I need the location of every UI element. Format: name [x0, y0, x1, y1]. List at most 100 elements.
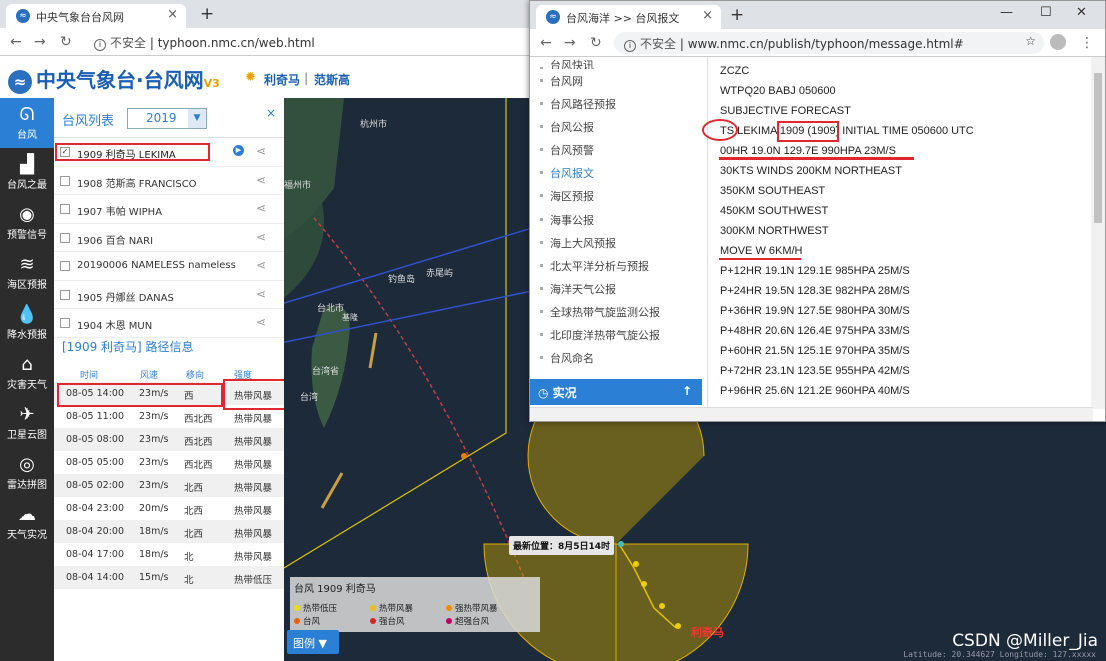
typhoon-row[interactable]: 1904 木恩 MUN ⋖	[54, 309, 284, 338]
path-row[interactable]: 08-05 08:00 23m/s 西北西 热带风暴	[54, 428, 284, 451]
tab-typhoon-web[interactable]: ≈ 中央气象台台风网 ×	[6, 4, 186, 28]
latest-position-tooltip: 最新位置：8月5日14时	[509, 536, 615, 555]
checkbox[interactable]	[60, 318, 70, 328]
path-row[interactable]: 08-04 14:00 15m/s 北 热带低压	[54, 566, 284, 589]
info-icon: i	[94, 39, 106, 51]
path-info-title: [1909 利奇马] 路径信息	[62, 340, 194, 354]
map-label: 台湾	[300, 393, 319, 403]
insecure-label: 不安全	[110, 36, 147, 50]
share-icon[interactable]: ⋖	[256, 173, 266, 187]
close-tab-icon[interactable]: ×	[702, 8, 713, 23]
url-text: typhoon.nmc.cn/web.html	[157, 36, 315, 50]
star-icon[interactable]: ☆	[1025, 34, 1036, 48]
message-line: 350KM SOUTHEAST	[720, 185, 826, 197]
path-row[interactable]: 08-05 05:00 23m/s 西北西 热带风暴	[54, 451, 284, 474]
menu-item[interactable]: 海区预报	[530, 184, 707, 207]
maximize-icon[interactable]: ☐	[1040, 5, 1052, 20]
menu-item[interactable]: 海洋天气公报	[530, 277, 707, 300]
address-bar: ← → ↻ i 不安全 | www.nmc.cn/publish/typhoon/…	[530, 29, 1105, 57]
site-header: ≈ 中央气象台·台风网V3 ✹ 利奇马 | 范斯高	[0, 56, 530, 98]
menu-item[interactable]: 台风路径预报	[530, 92, 707, 115]
vertical-scrollbar[interactable]	[1091, 57, 1105, 409]
play-icon[interactable]: ▶	[233, 145, 244, 156]
sidebar-item-disaster[interactable]: ⌂ 灾害天气	[0, 348, 54, 398]
reload-icon[interactable]: ↻	[60, 34, 72, 50]
close-window-icon[interactable]: ✕	[1076, 5, 1087, 20]
share-icon[interactable]: ⋖	[256, 315, 266, 329]
path-cell: 热带风暴	[234, 437, 273, 448]
horizontal-scrollbar[interactable]	[530, 407, 1093, 421]
legend-button[interactable]: 图例 ▼	[287, 630, 339, 654]
minimize-icon[interactable]: —	[1000, 5, 1013, 20]
back-icon[interactable]: ←	[10, 34, 22, 50]
new-tab-icon[interactable]: +	[200, 4, 214, 24]
typhoon-row[interactable]: 1906 百合 NARI ⋖	[54, 224, 284, 252]
share-icon[interactable]: ⋖	[256, 230, 266, 244]
active-typhoon-link[interactable]: 利奇马	[264, 71, 300, 88]
path-row[interactable]: 08-05 02:00 23m/s 北西 热带风暴	[54, 474, 284, 497]
typhoon-row[interactable]: 1908 范斯高 FRANCISCO ⋖	[54, 167, 284, 195]
menu-item[interactable]: 北印度洋热带气旋公报	[530, 323, 707, 346]
checkbox[interactable]	[60, 289, 70, 300]
close-tab-icon[interactable]: ×	[167, 7, 178, 22]
checkbox[interactable]	[60, 204, 70, 214]
menu-item[interactable]: 海事公报	[530, 208, 707, 231]
path-row[interactable]: 08-04 17:00 18m/s 北 热带风暴	[54, 543, 284, 566]
sidebar-item-radar[interactable]: ◎ 雷达拼图	[0, 448, 54, 498]
path-cell: 北	[184, 552, 194, 563]
new-tab-icon[interactable]: +	[730, 5, 744, 25]
tab-typhoon-message[interactable]: ≈ 台风海洋 >> 台风报文 ×	[536, 5, 721, 29]
share-icon[interactable]: ⋖	[256, 287, 266, 301]
reload-icon[interactable]: ↻	[590, 35, 602, 51]
message-body: ZCZC WTPQ20 BABJ 050600 SUBJECTIVE FORECAS…	[720, 63, 1090, 403]
share-icon[interactable]: ⋖	[256, 258, 266, 272]
sidebar-label: 台风	[17, 130, 37, 141]
menu-item[interactable]: 台风命名	[530, 346, 707, 369]
menu-item[interactable]: 北太平洋分析与预报	[530, 254, 707, 277]
sidebar-item-satellite[interactable]: ✈ 卫星云图	[0, 398, 54, 448]
url-field[interactable]: i 不安全 | www.nmc.cn/publish/typhoon/messag…	[614, 32, 1044, 54]
forward-icon[interactable]: →	[34, 34, 46, 50]
sidebar-item-sea[interactable]: ≋ 海区预报	[0, 248, 54, 298]
legend-item: 热带低压	[294, 602, 337, 614]
path-row[interactable]: 08-04 20:00 18m/s 北西 热带风暴	[54, 520, 284, 543]
map-label: 台北市	[317, 304, 345, 314]
menu-item[interactable]: 台风快讯	[530, 57, 707, 69]
menu-item[interactable]: 台风公报	[530, 115, 707, 138]
menu-item[interactable]: 台风报文	[530, 161, 707, 184]
sidebar-item-typhoon[interactable]: ᘏ 台风	[0, 98, 54, 148]
path-cell: 08-05 11:00	[66, 411, 125, 422]
scroll-thumb[interactable]	[1094, 73, 1102, 223]
sidebar-item-warning[interactable]: ◉ 预警信号	[0, 198, 54, 248]
menu-icon[interactable]: ⋮	[1080, 35, 1094, 51]
sidebar-label: 预警信号	[7, 230, 47, 241]
sidebar-item-rain[interactable]: 💧 降水预报	[0, 298, 54, 348]
close-panel-button[interactable]: ×	[266, 106, 276, 120]
active-typhoon-link[interactable]: 范斯高	[314, 71, 350, 88]
profile-icon[interactable]	[1050, 34, 1066, 50]
checkbox[interactable]	[60, 175, 70, 186]
site-logo[interactable]: ≈ 中央气象台·台风网V3	[8, 64, 220, 94]
path-cell: 北西	[184, 529, 204, 540]
menu-item[interactable]: 台风网	[530, 69, 707, 92]
sidebar-item-live[interactable]: ☁ 天气实况	[0, 498, 54, 548]
typhoon-row[interactable]: 20190006 NAMELESS nameless ⋖	[54, 252, 284, 281]
checkbox[interactable]	[60, 232, 70, 243]
year-select[interactable]: 2019 ▼	[127, 108, 207, 129]
message-line: 30KTS WINDS 200KM NORTHEAST	[720, 165, 902, 177]
typhoon-row[interactable]: 1905 丹娜丝 DANAS ⋖	[54, 281, 284, 309]
menu-item[interactable]: 台风预警	[530, 138, 707, 161]
path-row[interactable]: 08-04 23:00 20m/s 北西 热带风暴	[54, 497, 284, 520]
back-icon[interactable]: ←	[540, 35, 552, 51]
url-field[interactable]: i 不安全 | typhoon.nmc.cn/web.html	[84, 31, 524, 53]
highlight-box	[57, 383, 223, 407]
share-icon[interactable]: ⋖	[256, 201, 266, 215]
checkbox[interactable]	[60, 261, 70, 271]
forward-icon[interactable]: →	[564, 35, 576, 51]
logo-text: 中央气象台·台风网	[36, 68, 204, 92]
share-icon[interactable]: ⋖	[256, 144, 266, 158]
typhoon-row[interactable]: 1907 韦帕 WIPHA ⋖	[54, 195, 284, 224]
sidebar-item-records[interactable]: ▟ 台风之最	[0, 148, 54, 198]
menu-item[interactable]: 海上大风预报	[530, 231, 707, 254]
menu-item[interactable]: 全球热带气旋监测公报	[530, 300, 707, 323]
